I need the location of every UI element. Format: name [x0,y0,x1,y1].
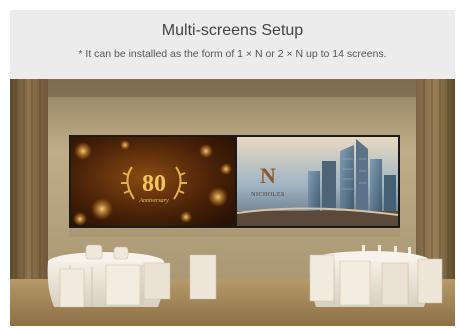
promo-figure: Multi-screens Setup * It can be installe… [10,10,455,326]
left-curtain [10,79,48,295]
section-title: Multi-screens Setup [161,22,304,39]
brand-logo-letter: N [260,163,276,188]
anniversary-word: Anniversary [138,198,169,204]
installation-note: * It can be installed as the form of 1 ×… [78,48,387,60]
brand-name: NICHOLES [251,192,285,198]
anniversary-number: 80 [142,171,166,197]
wall-reflection [69,229,400,237]
ballroom-photo: 80 Anniversary N NICHOLES [10,79,455,326]
left-screen-anniversary: 80 Anniversary [71,137,235,226]
right-screen-city: N NICHOLES [236,137,399,226]
ceiling-shadow [10,79,455,97]
header-panel: Multi-screens Setup * It can be installe… [10,10,455,79]
